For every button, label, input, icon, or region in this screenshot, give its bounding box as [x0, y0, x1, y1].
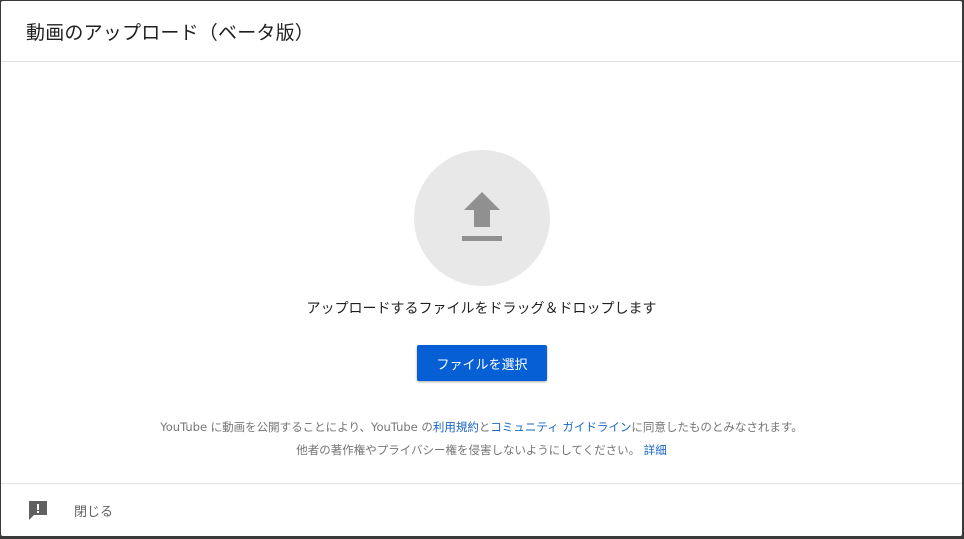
- select-file-button[interactable]: ファイルを選択: [417, 345, 547, 381]
- terms-of-service-link[interactable]: 利用規約: [433, 420, 479, 434]
- dialog-title: 動画のアップロード（ベータ版）: [26, 21, 315, 44]
- terms-text-conj: と: [478, 420, 491, 434]
- terms-line-1: YouTube に動画を公開することにより、YouTube の利用規約とコミュニ…: [1, 416, 962, 439]
- feedback-icon[interactable]: [27, 499, 49, 521]
- terms-line-2: 他者の著作権やプライバシー権を侵害しないようにしてください。 詳細: [1, 439, 962, 462]
- dialog-header: 動画のアップロード（ベータ版）: [1, 1, 962, 62]
- community-guidelines-link[interactable]: コミュニティ ガイドライン: [490, 420, 631, 434]
- learn-more-link[interactable]: 詳細: [644, 443, 667, 457]
- copyright-notice-text: 他者の著作権やプライバシー権を侵害しないようにしてください。: [296, 443, 641, 457]
- terms-notice: YouTube に動画を公開することにより、YouTube の利用規約とコミュニ…: [1, 416, 962, 462]
- close-button[interactable]: 閉じる: [74, 501, 113, 520]
- upload-icon: [462, 192, 502, 241]
- upload-dialog: 動画のアップロード（ベータ版） アップロードするファイルをドラッグ＆ドロップしま…: [1, 1, 962, 536]
- dialog-footer: 閉じる: [1, 483, 962, 536]
- drag-drop-instruction: アップロードするファイルをドラッグ＆ドロップします: [306, 301, 657, 317]
- dialog-body: アップロードするファイルをドラッグ＆ドロップします ファイルを選択 YouTub…: [1, 62, 962, 483]
- terms-text-prefix: YouTube に動画を公開することにより、YouTube の: [160, 420, 433, 434]
- terms-text-suffix: に同意したものとみなされます。: [631, 420, 803, 434]
- upload-drop-area[interactable]: [414, 150, 550, 286]
